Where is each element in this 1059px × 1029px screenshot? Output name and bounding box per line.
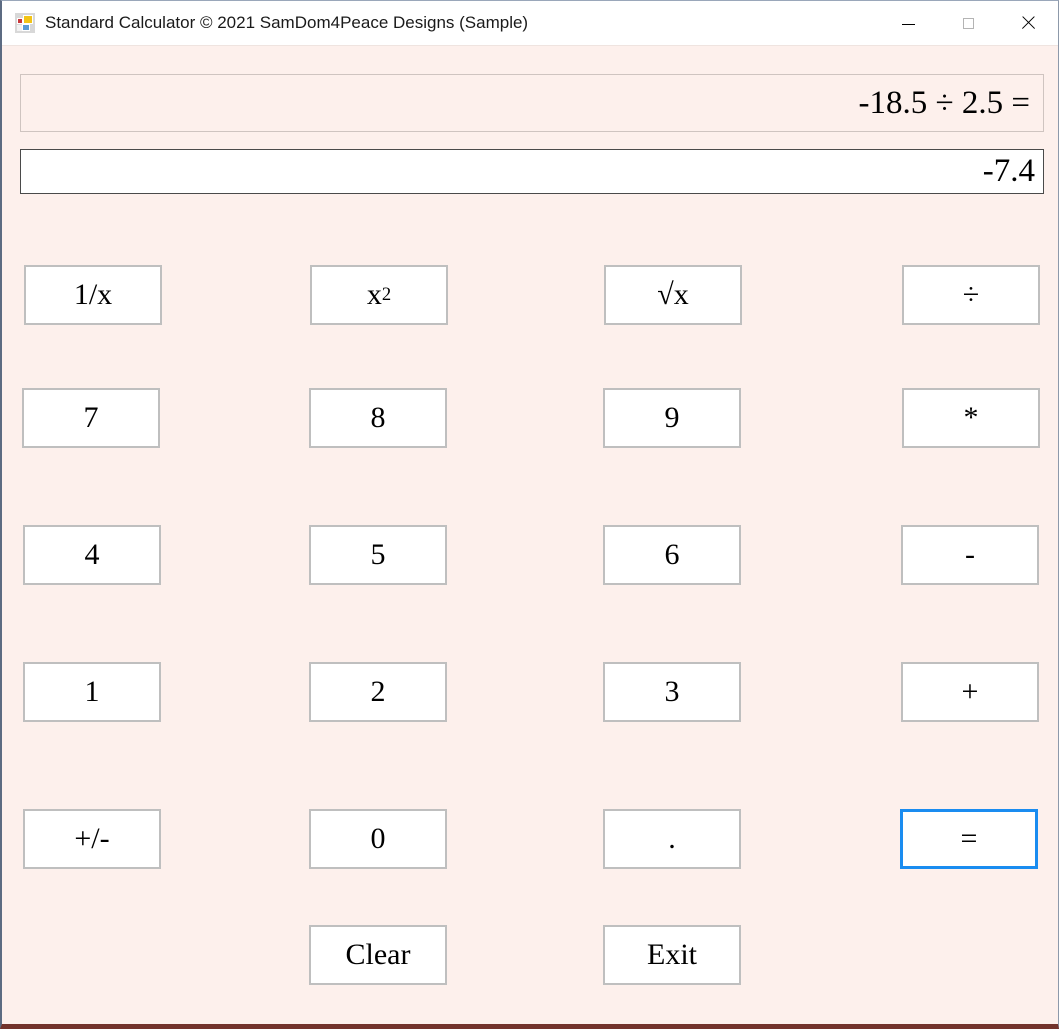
minimize-button[interactable] [878,1,938,45]
digit-9-button[interactable]: 9 [603,388,741,448]
square-root-button[interactable]: √x [604,265,742,325]
digit-8-button[interactable]: 8 [309,388,447,448]
digit-7-button[interactable]: 7 [22,388,160,448]
window-title: Standard Calculator © 2021 SamDom4Peace … [45,13,529,32]
digit-0-button[interactable]: 0 [309,809,447,869]
maximize-icon [962,17,974,29]
expression-display: -18.5 ÷ 2.5 = [20,74,1044,132]
digit-6-button[interactable]: 6 [603,525,741,585]
calculator-window: Standard Calculator © 2021 SamDom4Peace … [0,0,1059,1029]
winforms-app-icon [15,13,35,33]
reciprocal-button[interactable]: 1/x [24,265,162,325]
digit-2-button[interactable]: 2 [309,662,447,722]
digit-4-button[interactable]: 4 [23,525,161,585]
title-bar[interactable]: Standard Calculator © 2021 SamDom4Peace … [2,1,1058,46]
sign-toggle-button[interactable]: +/- [23,809,161,869]
equals-button[interactable]: = [900,809,1038,869]
close-button[interactable] [998,1,1058,45]
divide-button[interactable]: ÷ [902,265,1040,325]
exit-button[interactable]: Exit [603,925,741,985]
square-button[interactable]: x2 [310,265,448,325]
decimal-point-button[interactable]: . [603,809,741,869]
minimize-icon [901,23,915,25]
multiply-button[interactable]: * [902,388,1040,448]
digit-1-button[interactable]: 1 [23,662,161,722]
subtract-button[interactable]: - [901,525,1039,585]
digit-5-button[interactable]: 5 [309,525,447,585]
result-display[interactable]: -7.4 [20,149,1044,194]
digit-3-button[interactable]: 3 [603,662,741,722]
close-icon [1021,16,1035,30]
window-controls [878,1,1058,45]
clear-button[interactable]: Clear [309,925,447,985]
add-button[interactable]: + [901,662,1039,722]
maximize-button[interactable] [938,1,998,45]
